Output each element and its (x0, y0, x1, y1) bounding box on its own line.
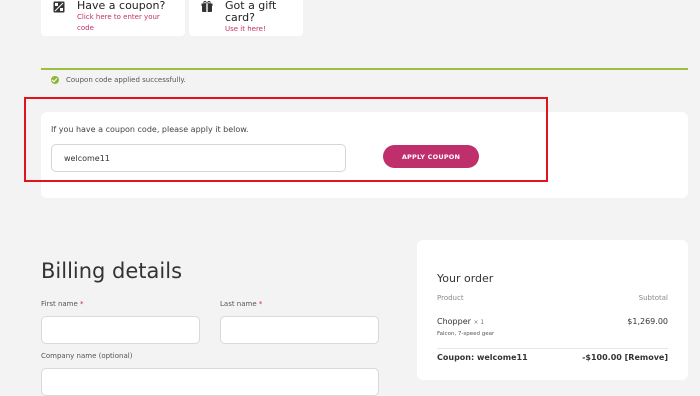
info-cards: Have a coupon? Click here to enter your … (41, 0, 303, 36)
remove-coupon-link[interactable]: [Remove] (625, 353, 668, 362)
company-name-field[interactable] (41, 368, 379, 396)
required-mark: * (80, 300, 84, 308)
required-mark: * (258, 300, 263, 308)
coupon-icon (53, 1, 65, 13)
item-quantity: × 1 (473, 319, 485, 326)
first-name-field[interactable] (41, 316, 200, 344)
gift-card-card[interactable]: Got a gift card? Use it here! (189, 0, 303, 36)
coupon-row-label: Coupon: welcome11 (437, 353, 528, 362)
gift-card-link[interactable]: Use it here! (225, 24, 293, 35)
coupon-discount: -$100.00 (582, 353, 622, 362)
order-title: Your order (437, 272, 494, 285)
last-name-label: Last name * (220, 300, 262, 308)
company-name-label: Company name (optional) (41, 352, 133, 360)
coupon-card-link[interactable]: Click here to enter your code (77, 12, 175, 34)
coupon-row-value: -$100.00 [Remove] (582, 353, 668, 362)
item-price: $1,269.00 (627, 317, 668, 326)
item-variant: Falcon, 7-speed gear (437, 331, 495, 337)
order-item-name: Chopper × 1 (437, 317, 484, 326)
coupon-code-input[interactable] (51, 144, 346, 172)
item-name: Chopper (437, 317, 471, 326)
notice-message: Coupon code applied successfully. (66, 76, 186, 84)
coupon-hint: If you have a coupon code, please apply … (51, 125, 249, 134)
first-name-label: First name * (41, 300, 84, 308)
apply-coupon-button[interactable]: APPLY COUPON (383, 145, 479, 168)
check-circle-icon (51, 76, 59, 84)
gift-card-title: Got a gift card? (225, 0, 277, 24)
coupon-card-title: Have a coupon? (77, 0, 166, 12)
order-summary: Your order Product Subtotal Chopper × 1 … (417, 240, 688, 380)
divider (437, 348, 668, 349)
coupon-card[interactable]: Have a coupon? Click here to enter your … (41, 0, 185, 36)
subtotal-column-header: Subtotal (638, 294, 668, 302)
last-name-label-text: Last name (220, 300, 257, 308)
billing-title: Billing details (41, 259, 183, 284)
last-name-field[interactable] (220, 316, 379, 344)
gift-card-icon (201, 1, 213, 12)
first-name-label-text: First name (41, 300, 78, 308)
coupon-success-notice: Coupon code applied successfully. (41, 68, 688, 90)
product-column-header: Product (437, 294, 464, 302)
